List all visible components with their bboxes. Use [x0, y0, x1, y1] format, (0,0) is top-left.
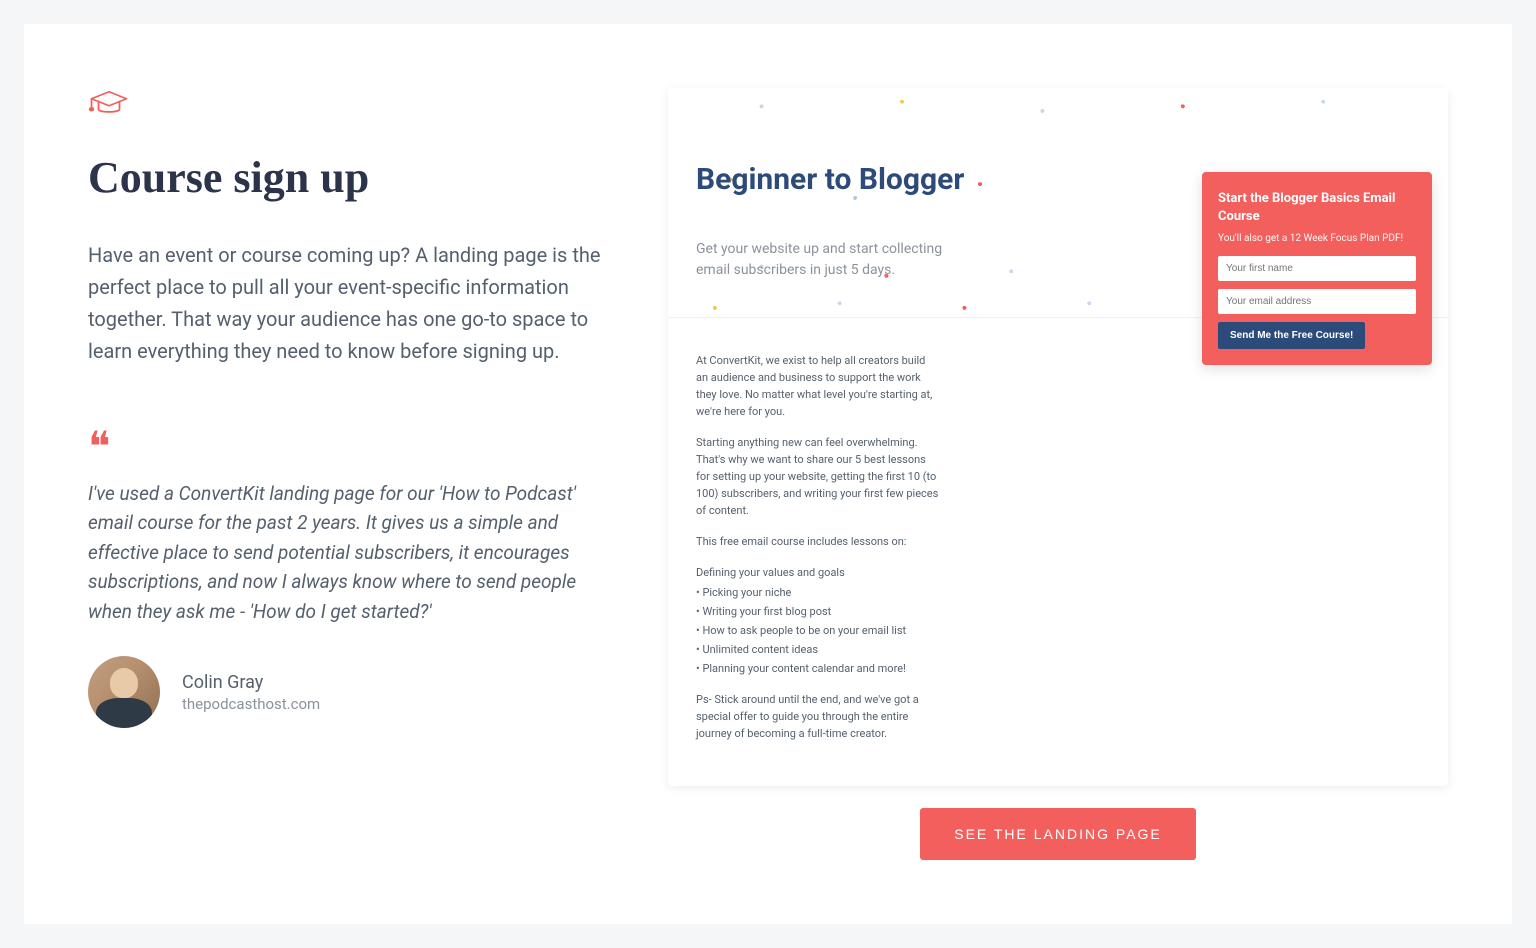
preview-list-item: • Unlimited content ideas: [696, 641, 940, 658]
preview-paragraph: At ConvertKit, we exist to help all crea…: [696, 352, 940, 420]
testimonial-author: Colin Gray thepodcasthost.com: [88, 656, 608, 728]
feature-card: Course sign up Have an event or course c…: [24, 24, 1512, 924]
preview-list-item: • Planning your content calendar and mor…: [696, 660, 940, 677]
cta-row: SEE THE LANDING PAGE: [668, 808, 1448, 860]
preview-list-item: • Picking your niche: [696, 584, 940, 601]
section-title: Course sign up: [88, 152, 608, 203]
preview-list-intro: Defining your values and goals: [696, 564, 940, 581]
preview-list-item: • Writing your first blog post: [696, 603, 940, 620]
landing-page-preview: Beginner to Blogger Get your website up …: [668, 88, 1448, 786]
preview-paragraph: Starting anything new can feel overwhelm…: [696, 434, 940, 519]
graduation-cap-icon: [88, 88, 608, 124]
author-site: thepodcasthost.com: [182, 695, 320, 713]
first-name-input[interactable]: [1218, 256, 1416, 281]
preview-list-item: • How to ask people to be on your email …: [696, 622, 940, 639]
preview-column: Beginner to Blogger Get your website up …: [668, 88, 1448, 860]
section-description: Have an event or course coming up? A lan…: [88, 239, 608, 367]
preview-paragraph: This free email course includes lessons …: [696, 533, 940, 550]
quote-icon: ❝: [88, 427, 608, 469]
testimonial-quote: I've used a ConvertKit landing page for …: [88, 479, 608, 626]
preview-body: At ConvertKit, we exist to help all crea…: [668, 318, 968, 786]
send-course-button[interactable]: Send Me the Free Course!: [1218, 322, 1365, 349]
preview-paragraph: Ps- Stick around until the end, and we'v…: [696, 691, 940, 742]
content-column: Course sign up Have an event or course c…: [88, 88, 608, 860]
signup-form-card: Start the Blogger Basics Email Course Yo…: [1202, 172, 1432, 365]
form-title: Start the Blogger Basics Email Course: [1218, 190, 1416, 225]
form-subtitle: You'll also get a 12 Week Focus Plan PDF…: [1218, 233, 1416, 244]
see-landing-page-button[interactable]: SEE THE LANDING PAGE: [920, 808, 1196, 860]
author-name: Colin Gray: [182, 672, 320, 693]
preview-hero-subtitle: Get your website up and start collecting…: [696, 239, 956, 281]
email-input[interactable]: [1218, 289, 1416, 314]
avatar: [88, 656, 160, 728]
